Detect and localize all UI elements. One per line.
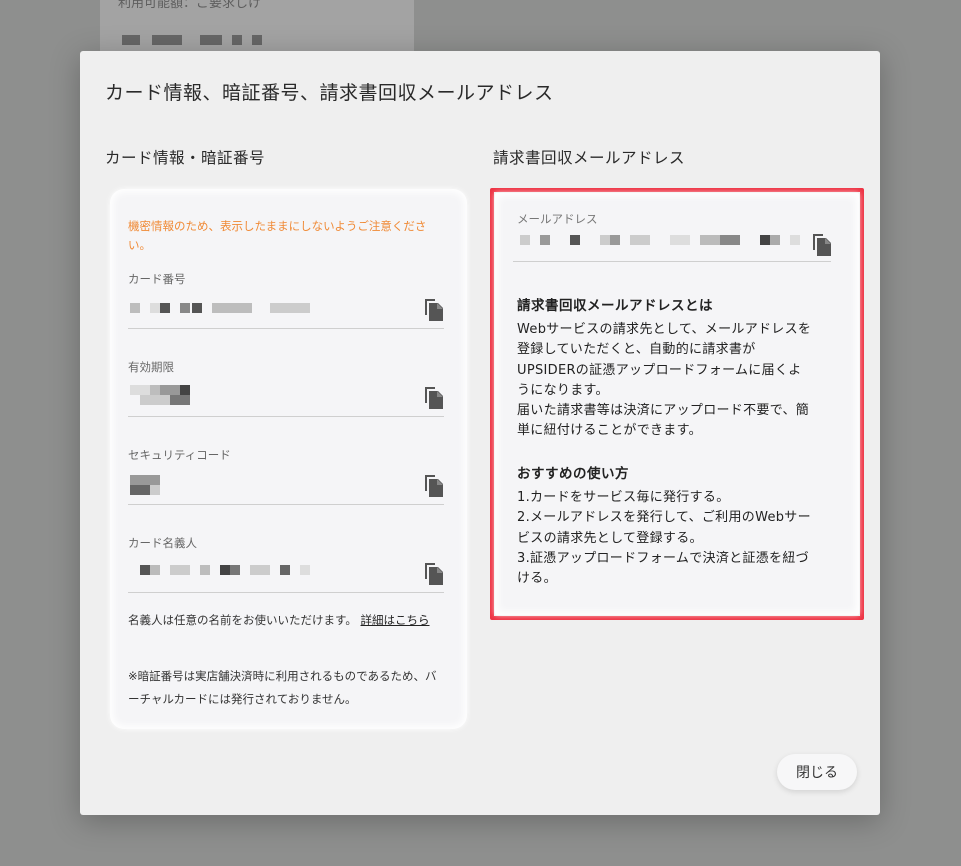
holder-note: 名義人は任意の名前をお使いいただけます。 詳細はこちら xyxy=(128,613,430,627)
copy-card-number-icon[interactable] xyxy=(422,297,444,321)
email-field-value xyxy=(520,235,800,249)
card-number-value xyxy=(130,303,320,317)
expiry-value xyxy=(130,385,190,405)
email-field-label: メールアドレス xyxy=(517,212,598,226)
card-holder-divider xyxy=(128,592,444,593)
email-section-title: 請求書回収メールアドレス xyxy=(493,149,686,167)
expiry-divider xyxy=(128,416,444,417)
card-number-label: カード番号 xyxy=(128,272,186,286)
copy-email-icon[interactable] xyxy=(810,232,832,256)
about-text: Webサービスの請求先として、メールアドレスを 登録していただくと、自動的に請求… xyxy=(517,322,812,439)
about-heading: 請求書回収メールアドレスとは xyxy=(517,298,713,314)
card-info-panel: 機密情報のため、表示したままにしないようご注意ください。 カード番号 有効期限 … xyxy=(110,189,467,729)
email-divider xyxy=(513,261,831,262)
card-info-modal: カード情報、暗証番号、請求書回収メールアドレス カード情報・暗証番号 請求書回収… xyxy=(80,51,880,815)
background-text: 利用可能額：ご要求しけ xyxy=(118,0,262,11)
card-section-title: カード情報・暗証番号 xyxy=(105,149,266,167)
copy-security-code-icon[interactable] xyxy=(422,473,444,497)
security-code-label: セキュリティコード xyxy=(128,448,231,462)
expiry-label: 有効期限 xyxy=(128,360,174,374)
pin-note: ※暗証番号は実店舗決済時に利用されるものであるため、バーチャルカードには発行され… xyxy=(128,669,437,706)
card-holder-value xyxy=(130,565,310,579)
security-code-divider xyxy=(128,504,444,505)
card-number-divider xyxy=(128,328,444,329)
security-code-value xyxy=(130,475,160,495)
usage-heading: おすすめの使い方 xyxy=(517,466,629,482)
copy-expiry-icon[interactable] xyxy=(422,385,444,409)
security-warning: 機密情報のため、表示したままにしないようご注意ください。 xyxy=(128,219,427,252)
usage-text: 1.カードをサービス毎に発行する。 2.メールアドレスを発行して、ご利用のWeb… xyxy=(517,490,811,587)
copy-card-holder-icon[interactable] xyxy=(422,561,444,585)
modal-title: カード情報、暗証番号、請求書回収メールアドレス xyxy=(105,82,554,104)
email-info-panel: メールアドレス 請求書回収メールアドレスとは Webサービスの請求先として、メー… xyxy=(495,193,859,615)
card-holder-label: カード名義人 xyxy=(128,536,197,550)
details-link[interactable]: 詳細はこちら xyxy=(361,613,430,627)
close-button[interactable]: 閉じる xyxy=(777,754,857,790)
